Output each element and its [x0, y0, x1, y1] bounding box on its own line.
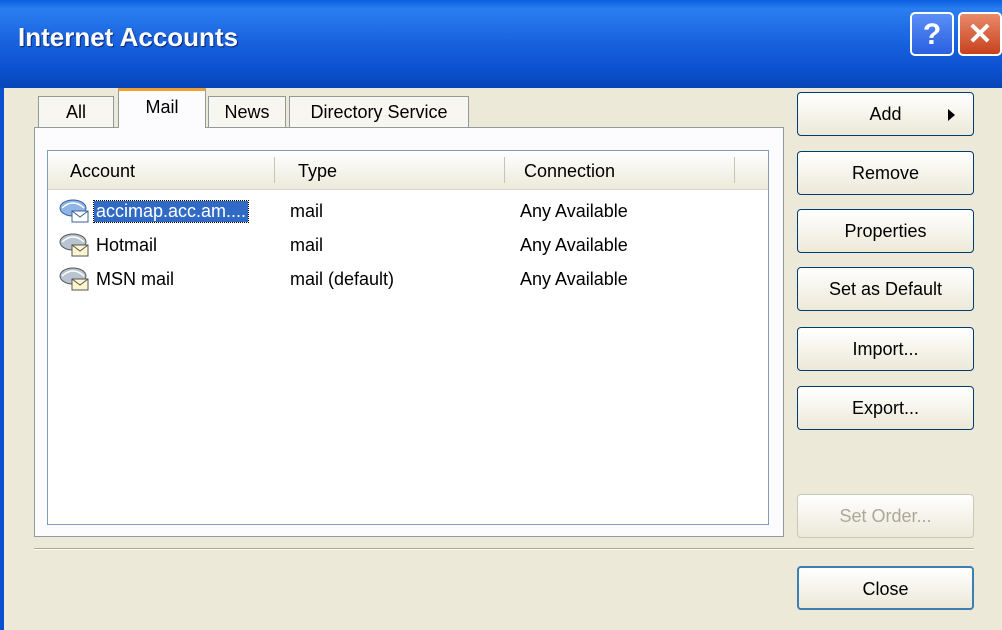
- add-button[interactable]: Add: [797, 92, 974, 136]
- close-button[interactable]: Close: [797, 566, 974, 610]
- window-title: Internet Accounts: [18, 22, 239, 52]
- close-window-button[interactable]: ✕: [958, 12, 1002, 56]
- remove-button[interactable]: Remove: [797, 151, 974, 195]
- account-name: MSN mail: [96, 269, 175, 289]
- title-bar[interactable]: Internet Accounts ? ✕: [0, 0, 1002, 88]
- account-connection: Any Available: [520, 269, 628, 289]
- divider: [34, 548, 974, 550]
- tab-label: All: [65, 102, 86, 122]
- account-name: accimap.acc.am....: [92, 200, 250, 223]
- table-row[interactable]: accimap.acc.am.... mail Any Available: [48, 197, 768, 229]
- tab-news[interactable]: News: [208, 96, 286, 128]
- table-row[interactable]: Hotmail mail Any Available: [48, 231, 768, 263]
- mail-account-icon: [59, 267, 89, 291]
- account-type: mail: [290, 235, 324, 255]
- tab-all[interactable]: All: [38, 96, 114, 128]
- tab-label: News: [224, 102, 270, 122]
- import-button[interactable]: Import...: [797, 327, 974, 371]
- help-button[interactable]: ?: [910, 12, 954, 56]
- column-divider[interactable]: [504, 157, 505, 183]
- tab-label: Mail: [145, 97, 179, 117]
- export-button[interactable]: Export...: [797, 386, 974, 430]
- accounts-list[interactable]: Account Type Connection accimap.acc.am..…: [47, 150, 769, 525]
- account-type: mail (default): [290, 269, 395, 289]
- mail-account-icon: [59, 233, 89, 257]
- account-type: mail: [290, 201, 324, 221]
- account-connection: Any Available: [520, 201, 628, 221]
- add-button-label: Add: [869, 104, 902, 124]
- account-connection: Any Available: [520, 235, 628, 255]
- set-order-button[interactable]: Set Order...: [797, 494, 974, 538]
- set-default-button[interactable]: Set as Default: [797, 267, 974, 311]
- list-header: Account Type Connection: [48, 151, 768, 190]
- internet-accounts-dialog: Internet Accounts ? ✕ All Mail News Dire…: [0, 0, 1002, 630]
- tab-directory-service[interactable]: Directory Service: [289, 96, 469, 128]
- tab-mail[interactable]: Mail: [118, 88, 206, 128]
- column-divider[interactable]: [734, 157, 735, 183]
- column-divider[interactable]: [274, 157, 275, 183]
- account-name: Hotmail: [96, 235, 158, 255]
- column-header-type[interactable]: Type: [298, 161, 337, 182]
- column-header-account[interactable]: Account: [70, 161, 135, 182]
- table-row[interactable]: MSN mail mail (default) Any Available: [48, 265, 768, 297]
- mail-server-icon: [59, 199, 89, 223]
- menu-arrow-icon: [948, 109, 955, 121]
- tab-label: Directory Service: [310, 102, 448, 122]
- properties-button[interactable]: Properties: [797, 209, 974, 253]
- column-header-connection[interactable]: Connection: [524, 161, 615, 182]
